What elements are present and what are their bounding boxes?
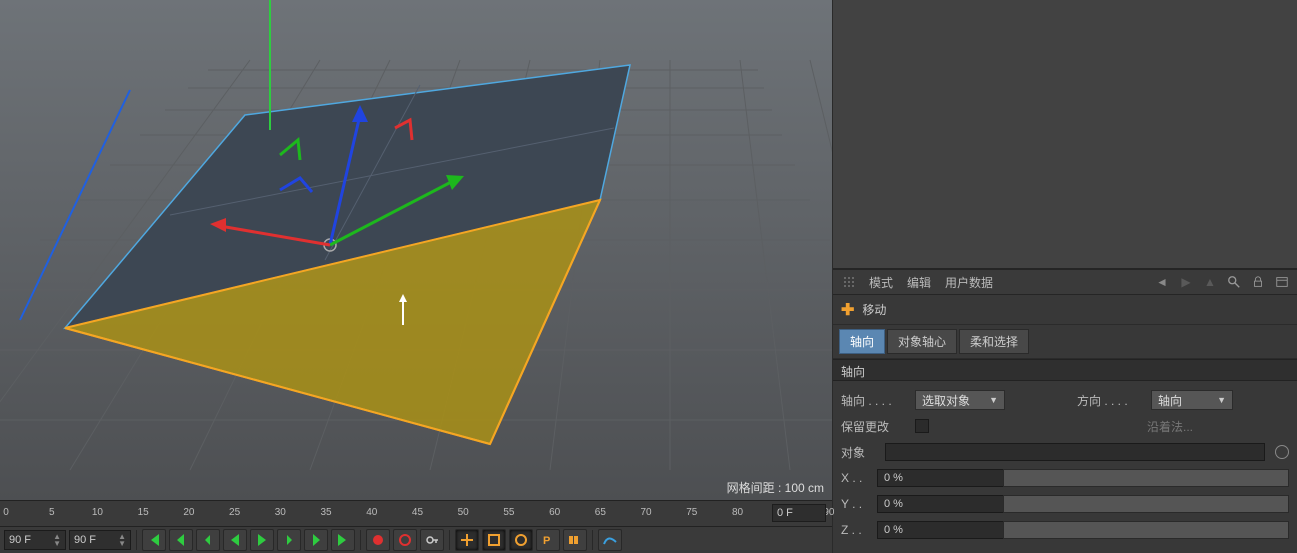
rot-channel-icon[interactable] [509, 529, 533, 551]
object-picker-icon[interactable] [1275, 445, 1289, 459]
label-z: Z . . [841, 523, 871, 537]
go-start-icon[interactable] [142, 529, 166, 551]
go-end-icon[interactable] [331, 529, 355, 551]
frame-start-field[interactable]: 90 F▲▼ [4, 530, 66, 550]
prev-frame-icon[interactable] [196, 529, 220, 551]
ruler-tick: 40 [370, 501, 371, 526]
tool-name: 移动 [862, 301, 886, 318]
label-object: 对象 [841, 444, 879, 461]
ruler-tick: 50 [461, 501, 462, 526]
tab-axis[interactable]: 轴向 [839, 329, 885, 354]
nav-fwd-icon[interactable]: ▶ [1177, 273, 1195, 291]
label-keep: 保留更改 [841, 418, 909, 435]
right-panel: 模式 编辑 用户数据 ◄ ▶ ▲ ✚ 移动 轴向 对象轴心 柔 [832, 0, 1297, 553]
next-key-icon[interactable] [304, 529, 328, 551]
ruler-tick: 35 [324, 501, 325, 526]
label-axis: 轴向 . . . . [841, 392, 909, 409]
ruler-tick: 30 [278, 501, 279, 526]
play-icon[interactable] [250, 529, 274, 551]
scale-channel-icon[interactable] [482, 529, 506, 551]
fcurve-icon[interactable] [598, 529, 622, 551]
ruler-tick: 45 [415, 501, 416, 526]
dropdown-axis[interactable]: 选取对象▼ [915, 390, 1005, 410]
label-along-normal: 沿着法... [1147, 418, 1193, 435]
svg-text:P: P [543, 535, 550, 547]
label-y: Y . . [841, 497, 871, 511]
tool-title-row: ✚ 移动 [833, 295, 1297, 325]
checkbox-keep-changes[interactable] [915, 419, 929, 433]
viewport-area: 网格间距 : 100 cm 0 5 10 15 20 25 30 35 40 45 50 55 60 65… [0, 0, 832, 553]
ruler-tick: 25 [233, 501, 234, 526]
ruler-tick: 60 [553, 501, 554, 526]
pla-channel-icon[interactable] [563, 529, 587, 551]
slider-y[interactable] [1003, 495, 1289, 513]
new-window-icon[interactable] [1273, 273, 1291, 291]
object-link-field[interactable] [885, 443, 1265, 461]
frame-end-field[interactable]: 90 F▲▼ [69, 530, 131, 550]
object-manager-area[interactable] [833, 0, 1297, 269]
move-tool-icon: ✚ [841, 300, 854, 320]
attribute-manager-header: 模式 编辑 用户数据 ◄ ▶ ▲ [833, 269, 1297, 295]
nav-back-icon[interactable]: ◄ [1153, 273, 1171, 291]
ruler-tick: 65 [598, 501, 599, 526]
menu-edit[interactable]: 编辑 [907, 274, 931, 291]
next-frame-icon[interactable] [277, 529, 301, 551]
label-direction: 方向 . . . . [1077, 392, 1145, 409]
lock-icon[interactable] [1249, 273, 1267, 291]
section-axis-header: 轴向 [833, 359, 1297, 381]
ruler-tick: 80 [736, 501, 737, 526]
attribute-tabs: 轴向 对象轴心 柔和选择 [833, 325, 1297, 359]
nav-up-icon[interactable]: ▲ [1201, 273, 1219, 291]
grip-icon[interactable] [843, 276, 855, 288]
menu-mode[interactable]: 模式 [869, 274, 893, 291]
ruler-tick: 15 [141, 501, 142, 526]
record-icon[interactable] [366, 529, 390, 551]
label-x: X . . [841, 471, 871, 485]
ruler-tick: 20 [187, 501, 188, 526]
grid-spacing-hud: 网格间距 : 100 cm [727, 479, 824, 496]
ruler-tick: 5 [50, 501, 51, 526]
ruler-tick: 55 [507, 501, 508, 526]
search-icon[interactable] [1225, 273, 1243, 291]
current-frame-field[interactable]: 0 F [772, 504, 826, 522]
ruler-tick: 0 [4, 501, 5, 526]
prev-key-icon[interactable] [169, 529, 193, 551]
tab-object-axis[interactable]: 对象轴心 [887, 329, 957, 354]
tab-soft-selection[interactable]: 柔和选择 [959, 329, 1029, 354]
bottom-toolbar: 90 F▲▼ 90 F▲▼ P [0, 526, 832, 553]
menu-userdata[interactable]: 用户数据 [945, 274, 993, 291]
pos-channel-icon[interactable] [455, 529, 479, 551]
ruler-tick: 10 [95, 501, 96, 526]
autokey-icon[interactable] [393, 529, 417, 551]
scene-render [0, 0, 832, 475]
slider-z[interactable] [1003, 521, 1289, 539]
section-axis-body: 轴向 . . . . 选取对象▼ 方向 . . . . 轴向▼ 保留更改 沿着法… [833, 381, 1297, 553]
ruler-tick: 75 [690, 501, 691, 526]
ruler-tick: 70 [644, 501, 645, 526]
play-back-icon[interactable] [223, 529, 247, 551]
timeline-ruler[interactable]: 051015202530354045505560657075808590 0 F [0, 500, 832, 526]
dropdown-direction[interactable]: 轴向▼ [1151, 390, 1233, 410]
param-channel-icon[interactable]: P [536, 529, 560, 551]
3d-viewport[interactable]: 网格间距 : 100 cm [0, 0, 832, 500]
slider-x[interactable] [1003, 469, 1289, 487]
key-icon[interactable] [420, 529, 444, 551]
ruler-tick: 90 [827, 501, 828, 526]
